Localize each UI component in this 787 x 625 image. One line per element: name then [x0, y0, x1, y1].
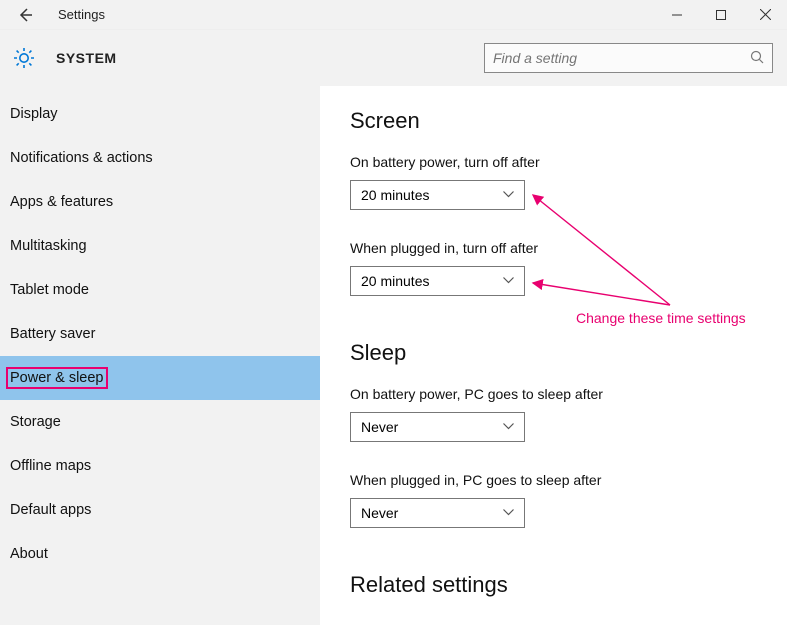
sidebar-item-label: Power & sleep: [10, 370, 104, 386]
sidebar-item-label: Display: [10, 106, 58, 122]
label-sleep-plugged: When plugged in, PC goes to sleep after: [350, 472, 787, 488]
sidebar-item-label: Apps & features: [10, 194, 113, 210]
dropdown-value: 20 minutes: [361, 273, 429, 289]
sidebar-item-storage[interactable]: Storage: [0, 400, 320, 444]
sidebar-item-label: About: [10, 546, 48, 562]
gear-icon: [10, 44, 38, 72]
sidebar-item-notifications[interactable]: Notifications & actions: [0, 136, 320, 180]
window-title: Settings: [58, 7, 105, 22]
section-heading-related: Related settings: [350, 572, 787, 598]
search-box[interactable]: [484, 43, 773, 73]
chevron-down-icon: [503, 189, 514, 201]
sidebar-item-battery-saver[interactable]: Battery saver: [0, 312, 320, 356]
dropdown-value: 20 minutes: [361, 187, 429, 203]
annotation-highlight-box: Power & sleep: [6, 367, 108, 389]
main: Display Notifications & actions Apps & f…: [0, 86, 787, 625]
sidebar-item-label: Multitasking: [10, 238, 87, 254]
content: Screen On battery power, turn off after …: [320, 86, 787, 625]
chevron-down-icon: [503, 421, 514, 433]
sidebar-item-apps-features[interactable]: Apps & features: [0, 180, 320, 224]
sidebar: Display Notifications & actions Apps & f…: [0, 86, 320, 625]
sidebar-item-offline-maps[interactable]: Offline maps: [0, 444, 320, 488]
window-controls: [655, 0, 787, 30]
dropdown-value: Never: [361, 505, 398, 521]
chevron-down-icon: [503, 507, 514, 519]
sidebar-item-multitasking[interactable]: Multitasking: [0, 224, 320, 268]
annotation-text: Change these time settings: [576, 310, 746, 326]
header: SYSTEM: [0, 30, 787, 86]
search-input[interactable]: [493, 50, 750, 66]
dropdown-sleep-plugged[interactable]: Never: [350, 498, 525, 528]
section-heading-sleep: Sleep: [350, 340, 787, 366]
close-button[interactable]: [743, 0, 787, 30]
back-button[interactable]: [10, 0, 40, 30]
search-icon: [750, 50, 764, 67]
sidebar-item-power-sleep[interactable]: Power & sleep: [0, 356, 320, 400]
dropdown-screen-battery[interactable]: 20 minutes: [350, 180, 525, 210]
label-screen-plugged: When plugged in, turn off after: [350, 240, 787, 256]
titlebar: Settings: [0, 0, 787, 30]
sidebar-item-label: Notifications & actions: [10, 150, 153, 166]
sidebar-item-label: Storage: [10, 414, 61, 430]
sidebar-item-display[interactable]: Display: [0, 92, 320, 136]
dropdown-sleep-battery[interactable]: Never: [350, 412, 525, 442]
chevron-down-icon: [503, 275, 514, 287]
sidebar-item-label: Offline maps: [10, 458, 91, 474]
dropdown-value: Never: [361, 419, 398, 435]
section-heading-screen: Screen: [350, 108, 787, 134]
sidebar-item-tablet-mode[interactable]: Tablet mode: [0, 268, 320, 312]
maximize-button[interactable]: [699, 0, 743, 30]
dropdown-screen-plugged[interactable]: 20 minutes: [350, 266, 525, 296]
label-screen-battery: On battery power, turn off after: [350, 154, 787, 170]
page-heading: SYSTEM: [56, 50, 117, 66]
minimize-button[interactable]: [655, 0, 699, 30]
sidebar-item-default-apps[interactable]: Default apps: [0, 488, 320, 532]
label-sleep-battery: On battery power, PC goes to sleep after: [350, 386, 787, 402]
sidebar-item-label: Default apps: [10, 502, 91, 518]
sidebar-item-about[interactable]: About: [0, 532, 320, 576]
sidebar-item-label: Tablet mode: [10, 282, 89, 298]
sidebar-item-label: Battery saver: [10, 326, 95, 342]
